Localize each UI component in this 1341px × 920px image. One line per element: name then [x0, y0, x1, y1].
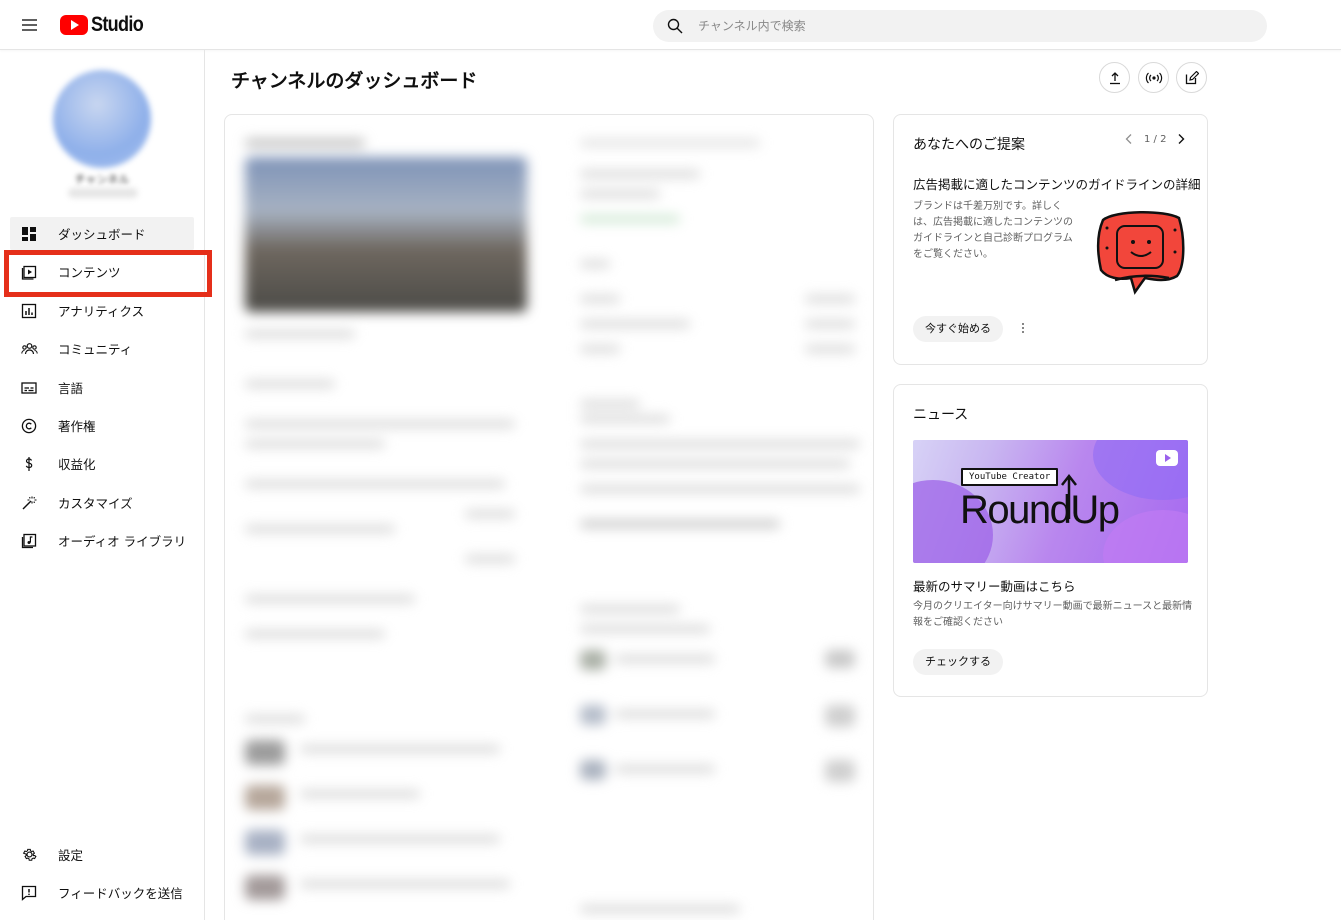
news-image-badge: YouTube Creator	[961, 468, 1059, 486]
sidebar-item-label: コンテンツ	[58, 265, 121, 280]
news-heading: 最新のサマリー動画はこちら	[913, 579, 1076, 594]
chevron-left-icon[interactable]	[1122, 132, 1136, 146]
sidebar-item-analytics[interactable]: アナリティクス	[10, 294, 194, 327]
upload-button[interactable]	[1099, 62, 1130, 93]
search-placeholder: チャンネル内で検索	[698, 19, 806, 33]
youtube-logo-icon	[60, 15, 88, 35]
dollar-icon	[20, 455, 38, 473]
up-arrow-icon	[1061, 473, 1077, 519]
sidebar-item-audio-library[interactable]: オーディオ ライブラリ	[10, 524, 194, 557]
sidebar-item-label: 収益化	[58, 457, 96, 472]
check-button[interactable]: チェックする	[913, 649, 1003, 675]
news-body: 今月のクリエイター向けサマリー動画で最新ニュースと最新情報をご確認ください	[913, 601, 1193, 628]
go-live-button[interactable]	[1138, 62, 1169, 93]
news-title: ニュース	[913, 407, 969, 423]
menu-icon[interactable]	[18, 15, 42, 35]
community-icon	[20, 340, 38, 358]
sidebar-item-monetization[interactable]: 収益化	[10, 447, 194, 480]
studio-logo[interactable]: Studio	[60, 13, 152, 37]
more-options-icon[interactable]	[1018, 321, 1028, 337]
get-started-button[interactable]: 今すぐ始める	[913, 316, 1003, 342]
news-thumbnail[interactable]: YouTube Creator RoundUp	[913, 440, 1188, 563]
logo-text: Studio	[91, 13, 144, 36]
create-post-button[interactable]	[1176, 62, 1207, 93]
sidebar: チャンネル	[0, 50, 205, 920]
chevron-right-icon[interactable]	[1174, 132, 1188, 146]
sidebar-item-label: 設定	[58, 848, 84, 863]
feedback-icon	[20, 884, 38, 902]
audio-library-icon	[20, 532, 38, 550]
sidebar-item-dashboard[interactable]: ダッシュボード	[10, 217, 194, 250]
magic-wand-icon	[20, 494, 38, 512]
search-input[interactable]: チャンネル内で検索	[653, 10, 1267, 42]
top-bar: Studio チャンネル内で検索	[0, 0, 1341, 50]
page-title: チャンネルのダッシュボード	[231, 70, 478, 92]
edit-icon	[1185, 70, 1199, 84]
avatar[interactable]	[53, 70, 151, 168]
youtube-mini-icon	[1156, 450, 1178, 466]
channel-name: チャンネル	[74, 173, 130, 186]
suggestion-pager: 1 / 2	[1122, 132, 1188, 146]
sidebar-item-settings[interactable]: 設定	[10, 838, 194, 871]
copyright-icon	[20, 417, 38, 435]
sidebar-item-label: 言語	[58, 381, 84, 396]
upload-icon	[1109, 71, 1120, 84]
sidebar-item-label: アナリティクス	[58, 304, 145, 319]
dashboard-icon	[20, 225, 38, 243]
pager-text: 1 / 2	[1144, 133, 1167, 145]
sidebar-item-language[interactable]: 言語	[10, 371, 194, 404]
dashboard-overview-card	[224, 114, 874, 920]
sidebar-item-label: ダッシュボード	[58, 227, 146, 242]
suggestion-title: あなたへのご提案	[913, 137, 1025, 153]
sidebar-item-label: オーディオ ライブラリ	[58, 534, 187, 549]
search-icon	[667, 18, 683, 34]
sidebar-item-content[interactable]: コンテンツ	[10, 255, 194, 288]
sidebar-item-community[interactable]: コミュニティ	[10, 332, 194, 365]
analytics-icon	[20, 302, 38, 320]
gear-icon	[20, 846, 38, 864]
sidebar-item-label: 著作権	[58, 419, 96, 434]
blurred-content	[225, 115, 873, 920]
suggestion-heading: 広告掲載に適したコンテンツのガイドラインの詳細	[913, 177, 1201, 192]
sidebar-item-feedback[interactable]: フィードバックを送信	[10, 876, 194, 909]
sidebar-item-label: カスタマイズ	[58, 496, 133, 511]
news-image-title: RoundUp	[960, 488, 1120, 532]
sidebar-item-copyright[interactable]: 著作権	[10, 409, 194, 442]
sidebar-item-label: コミュニティ	[58, 342, 133, 357]
tv-mascot-illustration	[1097, 211, 1185, 295]
live-broadcast-icon	[1145, 72, 1162, 83]
sidebar-item-customize[interactable]: カスタマイズ	[10, 486, 194, 519]
content-icon	[20, 263, 38, 281]
sidebar-item-label: フィードバックを送信	[58, 886, 183, 901]
suggestion-body: ブランドは千差万別です。詳しくは、広告掲載に適したコンテンツのガイドラインと自己…	[913, 201, 1073, 260]
subtitles-icon	[20, 379, 38, 397]
channel-handle-placeholder	[68, 188, 138, 198]
